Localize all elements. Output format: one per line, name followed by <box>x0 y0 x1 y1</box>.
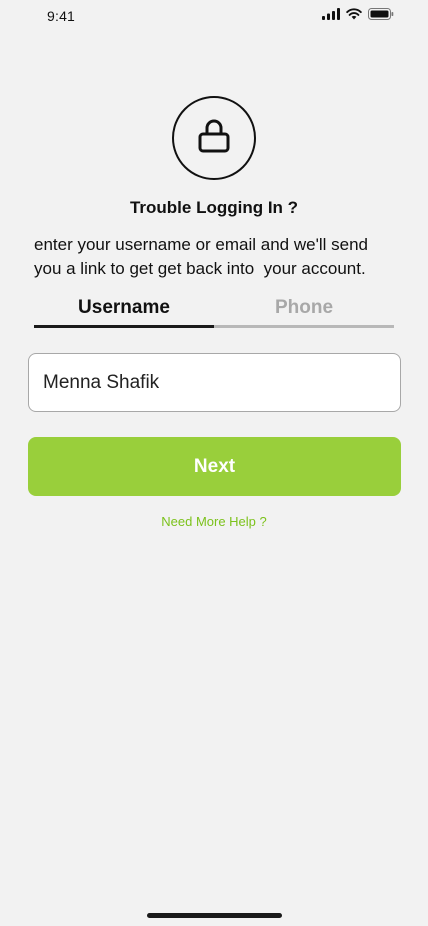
tab-phone-label: Phone <box>274 297 334 318</box>
page-title: Trouble Logging In ? <box>129 198 299 217</box>
instructions-text: enter your username or email and we'll s… <box>34 235 368 278</box>
lock-icon <box>197 118 231 159</box>
recovery-method-tabs: Username Phone <box>34 295 394 328</box>
tab-username-label: Username <box>78 297 170 318</box>
status-icons <box>322 8 394 20</box>
signal-icon <box>322 8 340 20</box>
username-input[interactable] <box>28 353 401 412</box>
status-time: 9:41 <box>47 8 76 24</box>
wifi-icon <box>346 8 362 20</box>
next-button[interactable]: Next <box>28 437 401 496</box>
home-indicator[interactable] <box>147 913 282 918</box>
tab-username[interactable]: Username <box>34 295 214 328</box>
lock-icon-circle <box>172 96 256 180</box>
status-bar: 9:41 <box>0 0 428 32</box>
need-more-help-link[interactable]: Need More Help ? <box>0 514 428 529</box>
battery-icon <box>368 8 394 20</box>
tab-phone[interactable]: Phone <box>214 295 394 328</box>
